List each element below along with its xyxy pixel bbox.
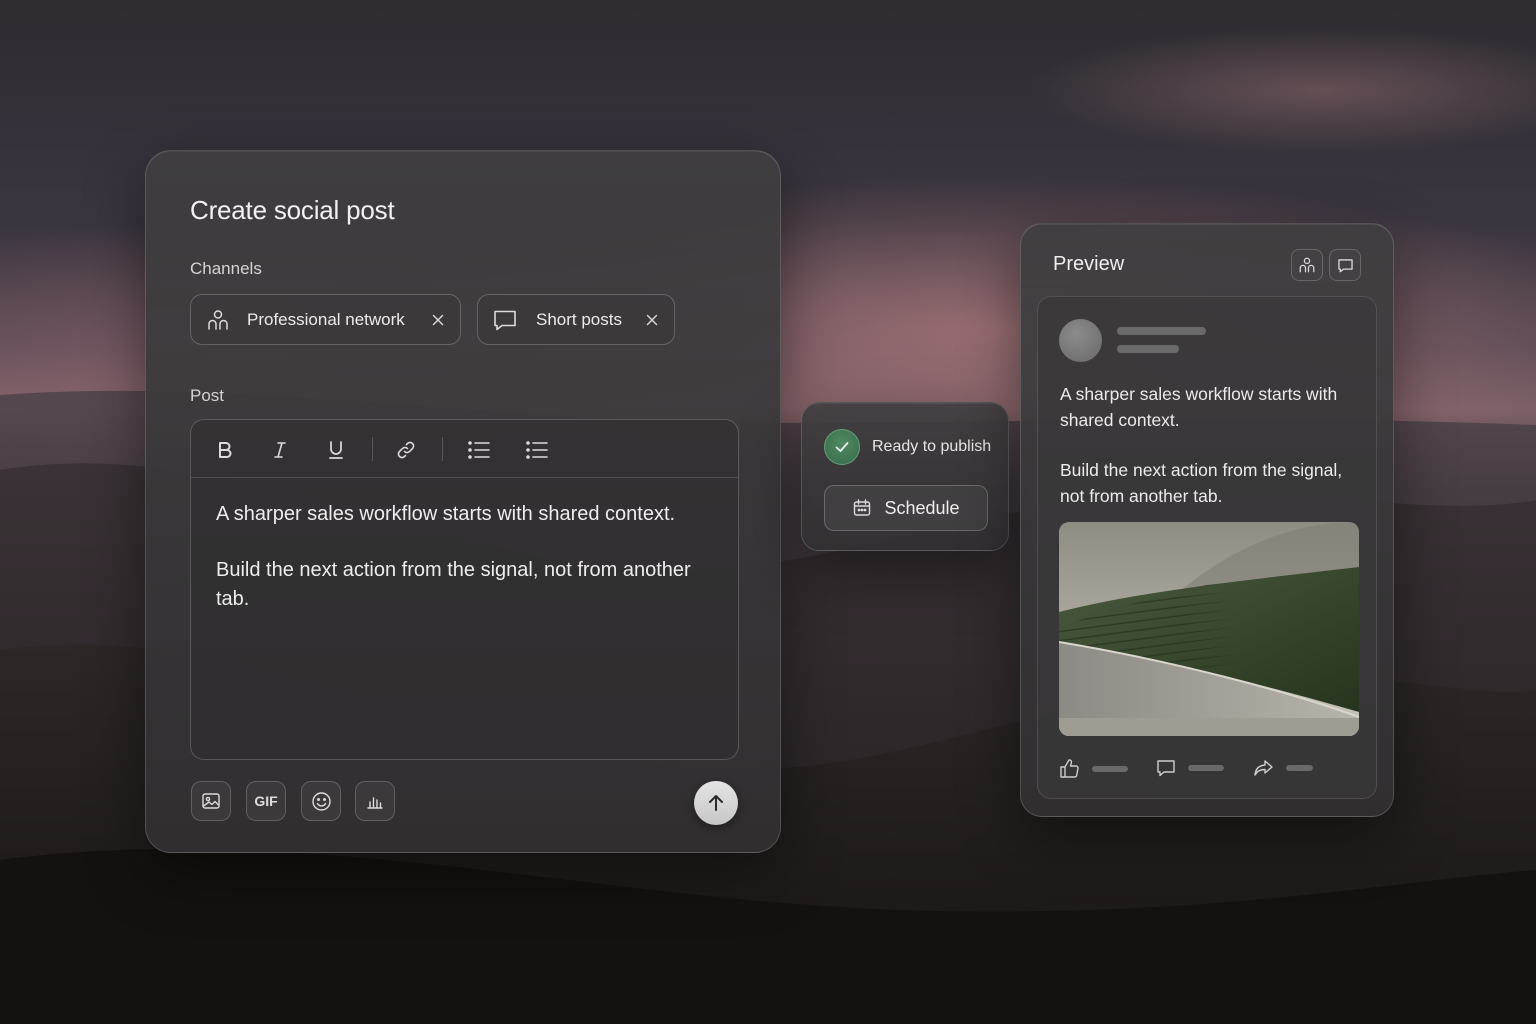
like-action[interactable]	[1059, 758, 1128, 779]
channel-chip-short-posts[interactable]: Short posts	[477, 294, 675, 345]
status-text: Ready to publish	[872, 438, 992, 455]
emoji-icon	[311, 791, 332, 812]
channel-label: Short posts	[536, 309, 622, 329]
like-icon	[1059, 758, 1080, 779]
check-icon	[824, 429, 860, 465]
close-icon[interactable]	[644, 312, 660, 328]
speech-bubble-icon	[492, 307, 518, 333]
close-icon[interactable]	[430, 312, 446, 328]
preview-post-image	[1059, 522, 1359, 736]
post-text[interactable]: A sharper sales workflow starts with sha…	[216, 500, 716, 614]
preview-post-text: A sharper sales workflow starts with sha…	[1060, 381, 1360, 509]
panel-title: Create social post	[190, 195, 395, 225]
preview-paragraph: Build the next action from the signal, n…	[1060, 460, 1343, 506]
preview-post-card: A sharper sales workflow starts with sha…	[1037, 296, 1377, 799]
preview-professional-network-button[interactable]	[1291, 249, 1323, 281]
speech-bubble-icon	[1337, 257, 1354, 274]
preview-actions	[1059, 758, 1359, 782]
create-post-panel: Create social post Channels Professional…	[145, 150, 781, 853]
add-image-button[interactable]	[191, 781, 231, 821]
calendar-icon	[852, 498, 872, 518]
author-meta-placeholder	[1117, 345, 1179, 353]
publish-status-card: Ready to publish Schedule	[801, 402, 1009, 551]
bulleted-list-icon[interactable]	[465, 436, 493, 464]
share-action[interactable]	[1253, 758, 1313, 778]
poll-icon	[365, 791, 385, 811]
author-name-placeholder	[1117, 327, 1206, 335]
publish-status: Ready to publish	[824, 429, 991, 465]
comment-action[interactable]	[1156, 758, 1224, 778]
people-icon	[205, 307, 231, 333]
italic-icon[interactable]	[266, 436, 294, 464]
schedule-label: Schedule	[884, 497, 960, 518]
link-icon[interactable]	[392, 436, 420, 464]
post-paragraph: A sharper sales workflow starts with sha…	[216, 503, 676, 525]
comment-icon	[1156, 758, 1176, 778]
people-icon	[1298, 256, 1316, 274]
add-gif-button[interactable]: GIF	[246, 781, 286, 821]
post-editor[interactable]: A sharper sales workflow starts with sha…	[190, 419, 739, 760]
post-label: Post	[190, 386, 225, 405]
underline-icon[interactable]	[322, 436, 350, 464]
numbered-list-icon[interactable]	[523, 436, 551, 464]
send-button[interactable]	[694, 781, 738, 825]
channel-chip-professional-network[interactable]: Professional network	[190, 294, 461, 345]
channel-label: Professional network	[247, 309, 405, 329]
formatting-toolbar	[191, 420, 738, 478]
bold-icon[interactable]	[211, 436, 239, 464]
share-icon	[1253, 758, 1274, 778]
add-poll-button[interactable]	[355, 781, 395, 821]
avatar	[1059, 319, 1102, 362]
image-icon	[201, 791, 221, 811]
preview-panel: Preview A sharper sales workflow starts …	[1020, 223, 1394, 817]
channels-label: Channels	[190, 259, 262, 278]
arrow-up-icon	[707, 794, 725, 812]
preview-title: Preview	[1053, 253, 1125, 275]
preview-short-posts-button[interactable]	[1329, 249, 1361, 281]
schedule-button[interactable]: Schedule	[824, 485, 988, 531]
add-emoji-button[interactable]	[301, 781, 341, 821]
post-paragraph: Build the next action from the signal, n…	[216, 559, 691, 610]
preview-paragraph: A sharper sales workflow starts with sha…	[1060, 384, 1338, 430]
